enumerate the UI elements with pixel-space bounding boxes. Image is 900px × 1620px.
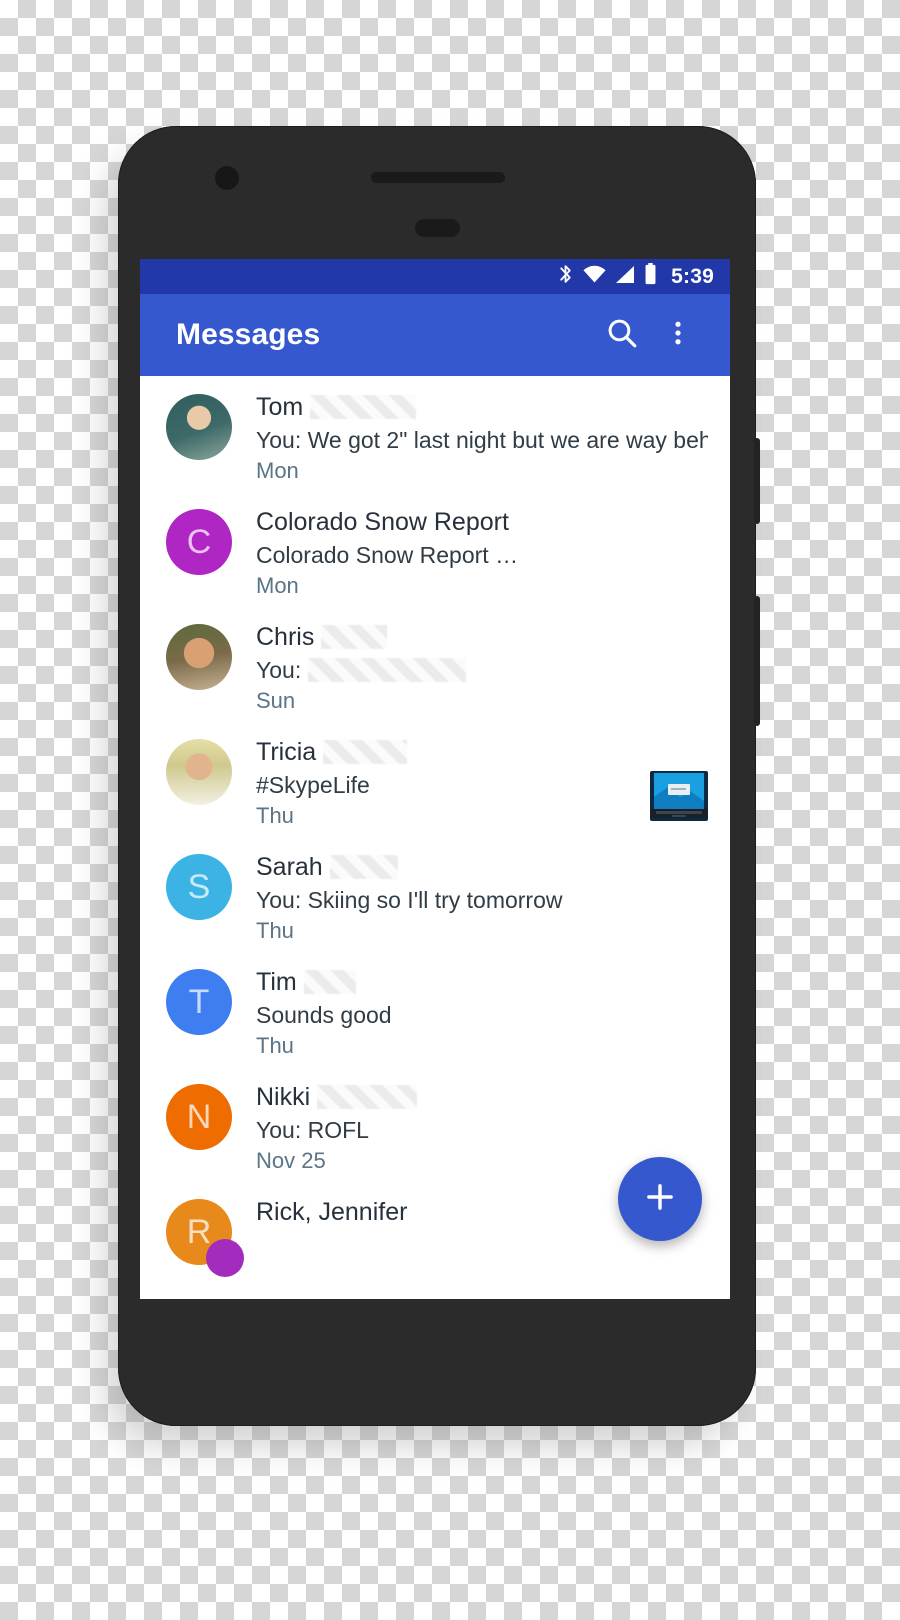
conversation-name: Chris — [256, 622, 708, 652]
conversation-name: Tim — [256, 967, 708, 997]
app-bar: Messages — [140, 294, 730, 376]
conversation-text: Sarah You: Skiing so I'll try tomorrow Thu — [256, 850, 708, 945]
conversation-text: Tricia #SkypeLife Thu — [256, 735, 638, 830]
redacted-name-block — [323, 740, 408, 764]
conversation-name-text: Tim — [256, 968, 297, 996]
avatar[interactable] — [166, 624, 232, 690]
conversation-list[interactable]: Tom You: We got 2" last night but we are … — [140, 376, 730, 1299]
conversation-text: Tim Sounds good Thu — [256, 965, 708, 1060]
conversation-name-text: Chris — [256, 623, 315, 651]
avatar[interactable]: N — [166, 1084, 232, 1150]
conversation-row[interactable]: T Tim Sounds good Thu — [140, 951, 730, 1066]
earpiece-speaker-icon — [371, 172, 505, 183]
conversation-name: Sarah — [256, 852, 708, 882]
conversation-snippet: You: We got 2" last night but we are way… — [256, 425, 708, 455]
redacted-name-block — [303, 970, 356, 994]
conversation-timestamp: Sun — [256, 688, 296, 713]
power-button[interactable] — [754, 438, 760, 524]
conversation-row[interactable]: S Sarah You: Skiing so I'll try tomorrow Th… — [140, 836, 730, 951]
search-icon — [605, 316, 639, 355]
battery-icon — [644, 263, 657, 290]
conversation-snippet: You: — [256, 655, 708, 685]
conversation-name-text: Tom — [256, 393, 304, 421]
avatar-initial: R — [186, 1212, 212, 1251]
conversation-row[interactable]: Tricia #SkypeLife Thu — [140, 721, 730, 836]
conversation-timestamp: Mon — [256, 573, 299, 598]
attachment-thumbnail[interactable] — [650, 771, 708, 821]
conversation-row[interactable]: Tom You: We got 2" last night but we are … — [140, 376, 730, 491]
conversation-snippet: #SkypeLife — [256, 770, 638, 800]
conversation-name: Colorado Snow Report — [256, 507, 708, 537]
front-camera-icon — [215, 166, 239, 190]
redacted-snippet-block — [308, 658, 467, 682]
conversation-name-text: Tricia — [256, 738, 317, 766]
conversation-snippet-text: You: We got 2" last night but we are way… — [256, 427, 708, 453]
cellular-signal-icon — [615, 265, 635, 289]
plus-icon — [642, 1179, 678, 1220]
conversation-name: Tricia — [256, 737, 638, 767]
conversation-snippet: You: Skiing so I'll try tomorrow — [256, 885, 708, 915]
page-title: Messages — [176, 318, 321, 351]
conversation-snippet-text: Sounds good — [256, 1002, 392, 1028]
status-bar: 5:39 — [140, 259, 730, 294]
conversation-timestamp: Thu — [256, 803, 294, 828]
conversation-name: Tom — [256, 392, 708, 422]
avatar[interactable] — [166, 394, 232, 460]
avatar-initial: T — [188, 982, 210, 1021]
overflow-menu-button[interactable] — [650, 307, 706, 363]
redacted-name-block — [310, 395, 417, 419]
redacted-name-block — [329, 855, 398, 879]
conversation-name-text: Colorado Snow Report — [256, 508, 509, 536]
redacted-name-block — [321, 625, 388, 649]
conversation-snippet-text: You: Skiing so I'll try tomorrow — [256, 887, 563, 913]
avatar-initial: C — [186, 522, 212, 561]
phone-device-frame: 5:39 Messages Tom You: We got 2" last ni… — [118, 126, 760, 1426]
redacted-name-block — [317, 1085, 418, 1109]
conversation-text: Colorado Snow Report Colorado Snow Report… — [256, 505, 708, 600]
conversation-name-text: Sarah — [256, 853, 323, 881]
conversation-name: Nikki — [256, 1082, 708, 1112]
conversation-snippet: Sounds good — [256, 1000, 708, 1030]
conversation-name-text: Nikki — [256, 1083, 311, 1111]
proximity-sensor-icon — [415, 219, 460, 237]
page-root: 5:39 Messages Tom You: We got 2" last ni… — [0, 0, 900, 1620]
conversation-timestamp: Mon — [256, 458, 299, 483]
avatar[interactable]: C — [166, 509, 232, 575]
avatar-secondary — [206, 1239, 244, 1277]
conversation-timestamp: Thu — [256, 918, 294, 943]
avatar[interactable]: R — [166, 1199, 244, 1277]
phone-screen: 5:39 Messages Tom You: We got 2" last ni… — [140, 259, 730, 1299]
conversation-snippet: You: ROFL — [256, 1115, 708, 1145]
avatar-initial: S — [187, 867, 211, 906]
conversation-snippet-text: You: — [256, 657, 302, 683]
conversation-snippet-text: Colorado Snow Report … — [256, 542, 519, 568]
avatar[interactable]: T — [166, 969, 232, 1035]
avatar-initial: N — [186, 1097, 212, 1136]
conversation-name-text: Rick, Jennifer — [256, 1198, 408, 1226]
volume-button[interactable] — [754, 596, 760, 726]
conversation-row[interactable]: Chris You: Sun — [140, 606, 730, 721]
status-bar-clock: 5:39 — [671, 264, 714, 288]
avatar[interactable]: S — [166, 854, 232, 920]
overflow-menu-icon — [663, 318, 693, 353]
status-bar-icons: 5:39 — [557, 263, 714, 290]
search-button[interactable] — [594, 307, 650, 363]
conversation-text: Tom You: We got 2" last night but we are … — [256, 390, 708, 485]
bluetooth-icon — [557, 263, 574, 290]
conversation-snippet-text: #SkypeLife — [256, 772, 370, 798]
conversation-snippet: Colorado Snow Report … — [256, 540, 708, 570]
compose-fab-button[interactable] — [618, 1157, 702, 1241]
wifi-icon — [583, 265, 606, 289]
avatar[interactable] — [166, 739, 232, 805]
conversation-row[interactable]: C Colorado Snow Report Colorado Snow Repor… — [140, 491, 730, 606]
conversation-snippet-text: You: ROFL — [256, 1117, 369, 1143]
conversation-text: Chris You: Sun — [256, 620, 708, 715]
conversation-timestamp: Thu — [256, 1033, 294, 1058]
